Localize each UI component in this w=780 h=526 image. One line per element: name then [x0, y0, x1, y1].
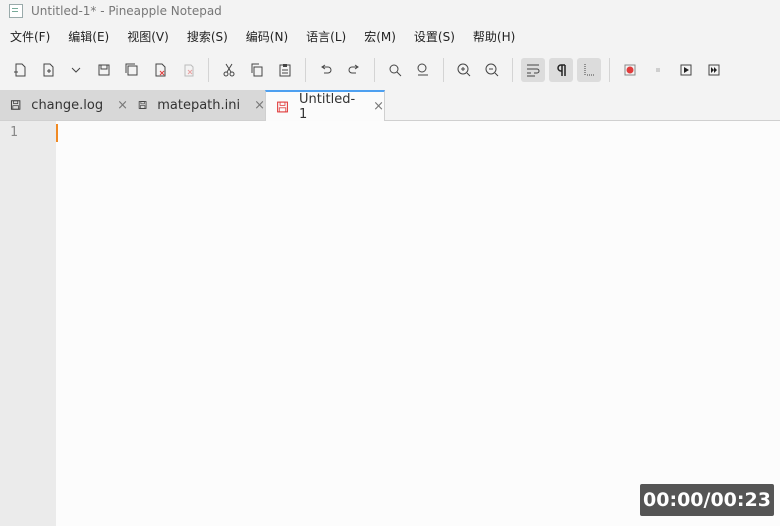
tab-matepath-ini[interactable]: matepath.ini ×: [128, 90, 265, 120]
pilcrow-icon: [557, 64, 566, 76]
undo-icon: [321, 64, 332, 74]
replace-icon: [417, 63, 428, 76]
close-file-icon: [155, 63, 166, 77]
replace-button[interactable]: [411, 58, 435, 82]
clipboard-icon: [279, 64, 291, 77]
notepad-app-icon: [9, 4, 23, 18]
text-caret: [56, 124, 58, 142]
zoom-out-button[interactable]: [480, 58, 504, 82]
find-button[interactable]: [383, 58, 407, 82]
copy-icon: [251, 63, 263, 77]
menu-settings[interactable]: 设置(S): [414, 28, 455, 45]
play-icon: [680, 64, 692, 76]
unsaved-file-icon: [277, 101, 288, 112]
show-whitespace-toggle[interactable]: [549, 58, 573, 82]
macro-run-multiple-button[interactable]: [702, 58, 726, 82]
zoom-in-icon: [457, 63, 471, 77]
zoom-out-icon: [485, 63, 499, 77]
open-file-icon: [43, 63, 54, 77]
indent-guide-icon: [584, 64, 595, 76]
copy-button[interactable]: [245, 58, 269, 82]
word-wrap-icon: [527, 64, 540, 77]
menu-edit[interactable]: 编辑(E): [68, 28, 109, 45]
save-button[interactable]: [92, 58, 116, 82]
menu-encoding[interactable]: 编码(N): [246, 28, 288, 45]
line-number-gutter: 1: [0, 121, 56, 526]
save-all-icon: [125, 63, 138, 76]
tab-label: matepath.ini: [157, 97, 241, 113]
title-bar: Untitled-1* - Pineapple Notepad: [0, 0, 780, 22]
paste-button[interactable]: [273, 58, 297, 82]
toolbar-separator: [208, 58, 209, 82]
zoom-in-button[interactable]: [452, 58, 476, 82]
menu-macro[interactable]: 宏(M): [364, 28, 396, 45]
scissors-icon: [223, 63, 235, 77]
line-number: 1: [10, 125, 18, 140]
undo-button[interactable]: [314, 58, 338, 82]
search-icon: [389, 64, 402, 77]
save-icon: [98, 64, 110, 76]
close-file-button[interactable]: [148, 58, 172, 82]
toolbar-separator: [305, 58, 306, 82]
indent-guide-toggle[interactable]: [577, 58, 601, 82]
new-file-icon: [14, 63, 26, 77]
close-all-button[interactable]: [176, 58, 200, 82]
menu-language[interactable]: 语言(L): [306, 28, 346, 45]
text-editor-area[interactable]: [56, 121, 780, 526]
saved-file-icon: [138, 101, 147, 109]
save-all-button[interactable]: [120, 58, 144, 82]
menu-bar: 文件(F) 编辑(E) 视图(V) 搜索(S) 编码(N) 语言(L) 宏(M)…: [0, 22, 780, 50]
macro-stop-button[interactable]: [646, 58, 670, 82]
tab-label: change.log: [31, 97, 104, 113]
window-title: Untitled-1* - Pineapple Notepad: [31, 4, 222, 18]
tab-label: Untitled-1: [299, 91, 356, 122]
tab-untitled-1[interactable]: Untitled-1 ×: [265, 90, 385, 122]
new-file-button[interactable]: [8, 58, 32, 82]
video-timer-overlay: 00:00/00:23: [640, 484, 774, 516]
toolbar-separator: [443, 58, 444, 82]
close-icon[interactable]: ×: [254, 98, 265, 113]
open-file-button[interactable]: [36, 58, 60, 82]
chevron-down-icon: [71, 67, 81, 73]
toolbar: [0, 50, 780, 90]
menu-help[interactable]: 帮助(H): [473, 28, 515, 45]
redo-icon: [348, 64, 359, 74]
word-wrap-toggle[interactable]: [521, 58, 545, 82]
close-icon[interactable]: ×: [373, 99, 384, 114]
menu-search[interactable]: 搜索(S): [187, 28, 228, 45]
open-dropdown-button[interactable]: [64, 58, 88, 82]
macro-record-button[interactable]: [618, 58, 642, 82]
macro-play-button[interactable]: [674, 58, 698, 82]
stop-icon: [656, 68, 660, 72]
record-icon: [624, 64, 636, 76]
tab-change-log[interactable]: change.log ×: [0, 90, 128, 120]
saved-file-icon: [10, 100, 21, 110]
toolbar-separator: [374, 58, 375, 82]
menu-file[interactable]: 文件(F): [10, 28, 50, 45]
toolbar-separator: [609, 58, 610, 82]
menu-view[interactable]: 视图(V): [127, 28, 169, 45]
tab-bar: change.log × matepath.ini × Untitled-1 ×: [0, 90, 780, 122]
toolbar-separator: [512, 58, 513, 82]
fast-forward-icon: [708, 64, 720, 76]
redo-button[interactable]: [342, 58, 366, 82]
cut-button[interactable]: [217, 58, 241, 82]
close-all-icon: [184, 64, 194, 77]
close-icon[interactable]: ×: [117, 98, 128, 113]
